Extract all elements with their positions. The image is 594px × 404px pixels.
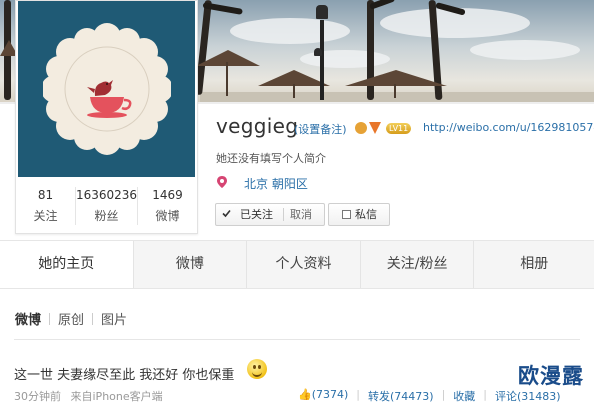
profile-stats: 81 关注 16360236 粉丝 1469 微博 [16, 187, 197, 225]
tab-profile-info[interactable]: 个人资料 [247, 241, 361, 288]
bird-teacup-icon [43, 23, 171, 155]
posts-label: 微博 [155, 209, 180, 223]
profile-nickname: veggieg [216, 114, 299, 138]
posts-count: 1469 [152, 188, 183, 202]
followers-label: 粉丝 [94, 209, 119, 223]
post-text: 这一世 夫妻缘尽至此 我还好 你也保重 [14, 368, 235, 383]
like-count: (7374) [311, 388, 349, 401]
comment-button[interactable]: 评论(31483) [495, 388, 561, 404]
post-source[interactable]: 来自iPhone客户端 [71, 390, 163, 403]
repost-button[interactable]: 转发(74473) [368, 388, 434, 404]
set-remark-link[interactable]: (设置备注) [294, 121, 347, 137]
message-box-icon [342, 210, 351, 219]
tab-home[interactable]: 她的主页 [0, 241, 134, 288]
feed-filter: 微博 原创 图片 [15, 309, 127, 328]
stat-followers[interactable]: 16360236 粉丝 [74, 187, 138, 225]
profile-badges: LV11 [355, 121, 412, 135]
tab-weibo[interactable]: 微博 [134, 241, 248, 288]
favorite-button[interactable]: 收藏 [453, 388, 475, 404]
vip-badge-icon[interactable] [369, 122, 381, 134]
profile-bio: 她还没有填写个人简介 [216, 152, 326, 165]
stat-posts[interactable]: 1469 微博 [137, 187, 197, 225]
message-button[interactable]: 私信 [328, 203, 390, 226]
followers-count: 16360236 [75, 188, 138, 202]
followed-label: 已关注 [240, 208, 273, 221]
followed-button[interactable]: 已关注 取消 [215, 203, 325, 226]
filter-all[interactable]: 微博 [15, 309, 41, 328]
post-time[interactable]: 30分钟前 [14, 390, 61, 403]
avatar-card: 81 关注 16360236 粉丝 1469 微博 [15, 0, 198, 234]
level-badge[interactable]: LV11 [386, 122, 412, 134]
heart-badge-icon[interactable] [355, 122, 367, 134]
tab-follow-fans[interactable]: 关注/粉丝 [361, 241, 475, 288]
message-label: 私信 [355, 208, 377, 221]
filter-original[interactable]: 原创 [58, 309, 84, 328]
watermark: 欧漫露 [516, 360, 586, 390]
avatar[interactable] [18, 1, 195, 177]
following-count: 81 [37, 188, 54, 202]
like-button[interactable]: 👍(7374) [298, 388, 348, 404]
divider [14, 339, 580, 340]
tab-album[interactable]: 相册 [474, 241, 594, 288]
filter-images[interactable]: 图片 [101, 309, 127, 328]
check-icon [222, 209, 231, 218]
stat-following[interactable]: 81 关注 [16, 187, 75, 225]
smiley-icon [247, 359, 267, 379]
profile-location[interactable]: 北京 朝阳区 [244, 175, 308, 192]
thumbs-up-icon: 👍 [298, 388, 312, 401]
profile-tabs: 她的主页 微博 个人资料 关注/粉丝 相册 [0, 240, 594, 289]
location-pin-icon [217, 176, 227, 188]
post-meta: 30分钟前 来自iPhone客户端 [14, 388, 163, 404]
post-actions: 👍(7374) | 转发(74473) | 收藏 | 评论(31483) [298, 388, 561, 404]
following-label: 关注 [33, 209, 58, 223]
unfollow-button[interactable]: 取消 [290, 204, 312, 225]
profile-url-link[interactable]: http://weibo.com/u/1629810574 [423, 121, 594, 134]
